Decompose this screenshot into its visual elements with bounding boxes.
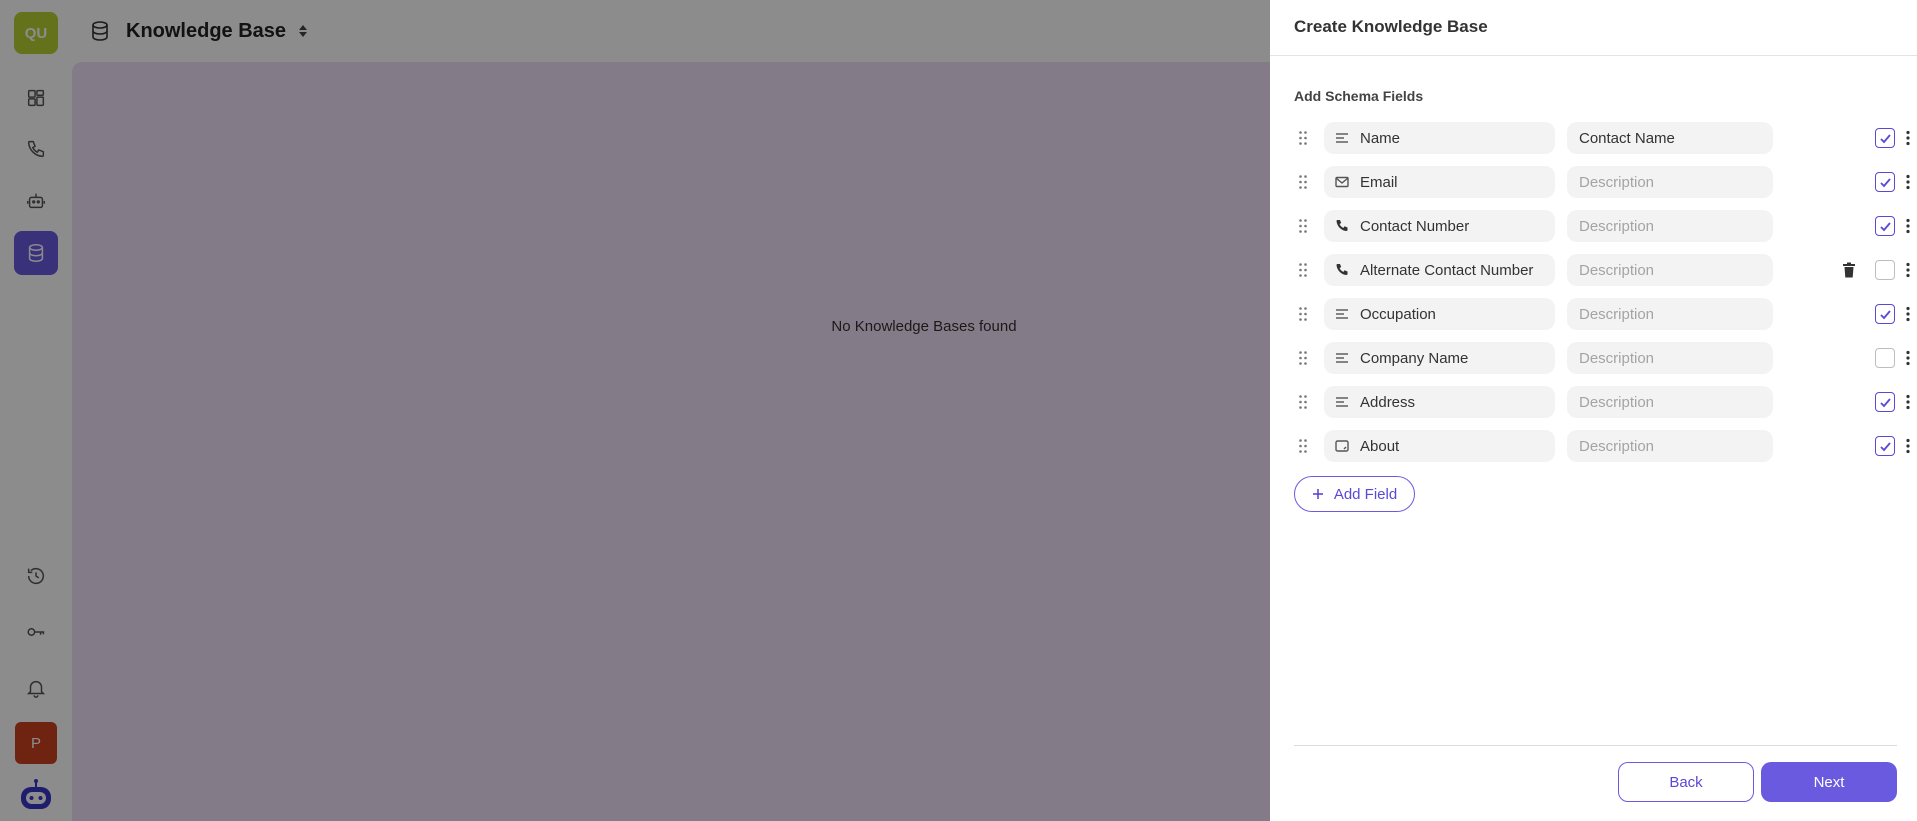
field-name-text: About <box>1360 437 1400 455</box>
more-vertical-icon[interactable] <box>1906 262 1910 278</box>
check-icon <box>1879 397 1891 407</box>
create-knowledge-base-drawer: Create Knowledge Base Add Schema Fields … <box>1270 0 1917 821</box>
more-vertical-icon[interactable] <box>1906 438 1910 454</box>
more-vertical-icon[interactable] <box>1906 350 1910 366</box>
schema-field-row: Company Name Description <box>1294 342 1910 374</box>
field-name-input[interactable]: Contact Number <box>1324 210 1555 242</box>
drag-handle-icon[interactable] <box>1298 350 1308 366</box>
schema-field-row: About Description <box>1294 430 1910 462</box>
section-label: Add Schema Fields <box>1294 88 1424 104</box>
field-required-checkbox[interactable] <box>1875 392 1895 412</box>
field-description-input[interactable]: Description <box>1567 430 1773 462</box>
more-vertical-icon[interactable] <box>1906 394 1910 410</box>
field-description-input[interactable]: Description <box>1567 254 1773 286</box>
phone-icon <box>1334 262 1350 278</box>
drag-handle-icon[interactable] <box>1298 218 1308 234</box>
next-button[interactable]: Next <box>1761 762 1897 802</box>
field-name-text: Alternate Contact Number <box>1360 261 1534 279</box>
textarea-icon <box>1334 438 1350 454</box>
more-vertical-icon[interactable] <box>1906 174 1910 190</box>
check-icon <box>1879 221 1891 231</box>
field-name-text: Email <box>1360 173 1398 191</box>
text-lines-icon <box>1334 350 1350 366</box>
field-name-text: Company Name <box>1360 349 1469 367</box>
plus-icon <box>1312 489 1323 499</box>
drawer-title: Create Knowledge Base <box>1294 17 1488 36</box>
back-button[interactable]: Back <box>1618 762 1754 802</box>
drag-handle-icon[interactable] <box>1298 174 1308 190</box>
check-icon <box>1879 441 1891 451</box>
footer-divider <box>1294 745 1897 746</box>
field-name-input[interactable]: Alternate Contact Number <box>1324 254 1555 286</box>
field-required-checkbox[interactable] <box>1875 436 1895 456</box>
field-name-text: Contact Number <box>1360 217 1470 235</box>
schema-field-row: Occupation Description <box>1294 298 1910 330</box>
field-name-input[interactable]: Occupation <box>1324 298 1555 330</box>
field-required-checkbox[interactable] <box>1875 260 1895 280</box>
drag-handle-icon[interactable] <box>1298 438 1308 454</box>
field-name-input[interactable]: Name <box>1324 122 1555 154</box>
schema-field-row: Contact Number Description <box>1294 210 1910 242</box>
trash-icon[interactable] <box>1842 262 1856 278</box>
mail-icon <box>1334 174 1350 190</box>
field-name-input[interactable]: Company Name <box>1324 342 1555 374</box>
field-name-text: Name <box>1360 129 1401 147</box>
add-field-button[interactable]: Add Field <box>1294 476 1415 512</box>
field-description-input[interactable]: Description <box>1567 298 1773 330</box>
field-required-checkbox[interactable] <box>1875 304 1895 324</box>
more-vertical-icon[interactable] <box>1906 218 1910 234</box>
schema-field-row: Alternate Contact Number Description <box>1294 254 1910 286</box>
field-description-input[interactable]: Description <box>1567 386 1773 418</box>
drawer-divider <box>1270 55 1917 56</box>
field-name-input[interactable]: Address <box>1324 386 1555 418</box>
field-required-checkbox[interactable] <box>1875 348 1895 368</box>
field-required-checkbox[interactable] <box>1875 172 1895 192</box>
more-vertical-icon[interactable] <box>1906 306 1910 322</box>
check-icon <box>1879 309 1891 319</box>
phone-icon <box>1334 218 1350 234</box>
drag-handle-icon[interactable] <box>1298 306 1308 322</box>
field-description-input[interactable]: Description <box>1567 166 1773 198</box>
schema-field-row: Email Description <box>1294 166 1910 198</box>
field-name-input[interactable]: About <box>1324 430 1555 462</box>
field-description-input[interactable]: Description <box>1567 210 1773 242</box>
drag-handle-icon[interactable] <box>1298 394 1308 410</box>
field-required-checkbox[interactable] <box>1875 216 1895 236</box>
modal-backdrop[interactable] <box>0 0 1270 821</box>
check-icon <box>1879 177 1891 187</box>
text-lines-icon <box>1334 306 1350 322</box>
schema-field-row: Name Contact Name <box>1294 122 1910 154</box>
check-icon <box>1879 133 1891 143</box>
drag-handle-icon[interactable] <box>1298 262 1308 278</box>
field-name-input[interactable]: Email <box>1324 166 1555 198</box>
text-lines-icon <box>1334 394 1350 410</box>
field-description-input[interactable]: Description <box>1567 342 1773 374</box>
drag-handle-icon[interactable] <box>1298 130 1308 146</box>
add-field-label: Add Field <box>1333 485 1398 503</box>
field-name-text: Occupation <box>1360 305 1436 323</box>
field-name-text: Address <box>1360 393 1416 411</box>
text-lines-icon <box>1334 130 1350 146</box>
schema-field-row: Address Description <box>1294 386 1910 418</box>
field-description-input[interactable]: Contact Name <box>1567 122 1773 154</box>
field-required-checkbox[interactable] <box>1875 128 1895 148</box>
more-vertical-icon[interactable] <box>1906 130 1910 146</box>
